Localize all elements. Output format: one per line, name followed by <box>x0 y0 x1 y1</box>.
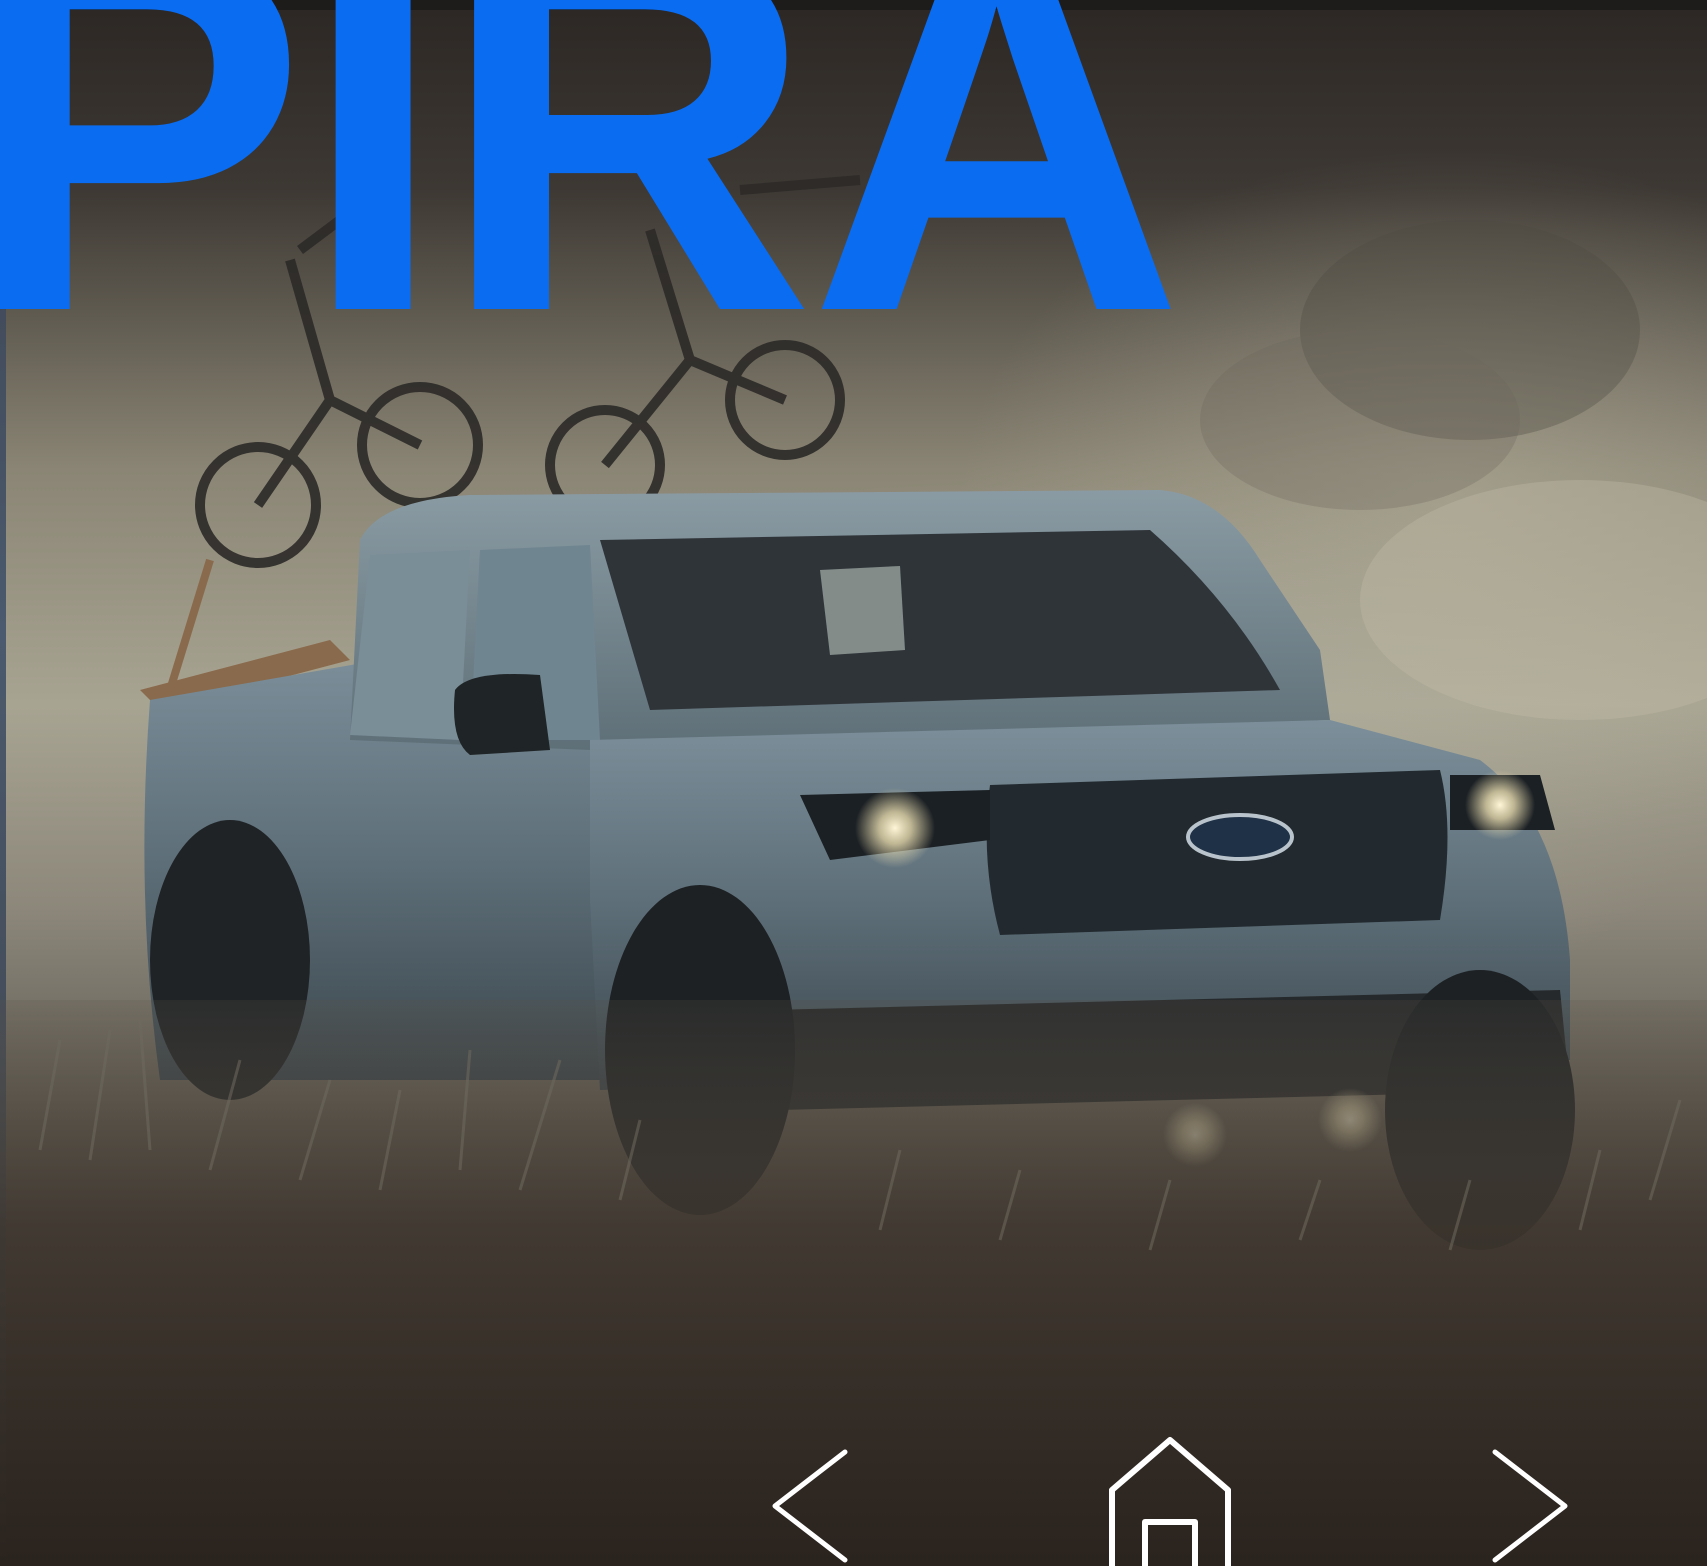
screen: PIRA <box>0 0 1707 1566</box>
chevron-right-icon <box>1492 1449 1568 1563</box>
nav-bar <box>700 1430 1600 1566</box>
hero-title: PIRA <box>0 0 1184 420</box>
chevron-left-icon <box>772 1449 848 1563</box>
next-button[interactable] <box>1445 1430 1585 1566</box>
prev-button[interactable] <box>755 1430 895 1566</box>
home-icon <box>1109 1437 1231 1566</box>
home-button[interactable] <box>1100 1430 1240 1566</box>
